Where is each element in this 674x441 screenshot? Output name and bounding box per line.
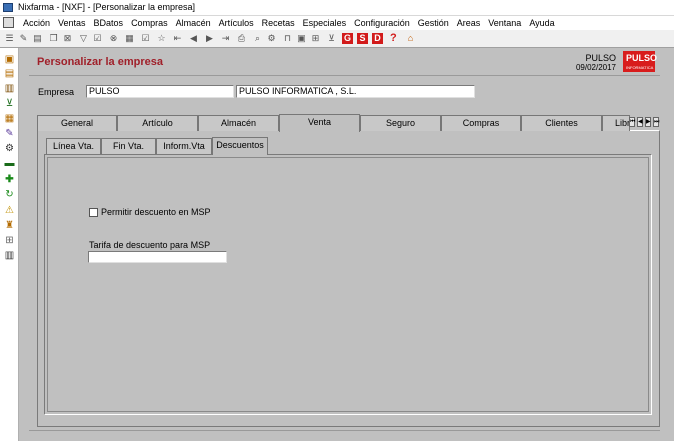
cart-icon[interactable]: ⊻ <box>326 33 337 44</box>
delete-icon[interactable]: ⊠ <box>62 33 73 44</box>
sub-tabs: Línea Vta. Fin Vta. Inform.Vta Descuento… <box>46 137 306 155</box>
pulso-logo: PULSO INFORMATICA <box>623 51 658 72</box>
header-panel: Personalizar la empresa PULSO 09/02/2017… <box>29 49 660 76</box>
help-button[interactable]: ? <box>390 32 397 44</box>
window-menu-icon[interactable] <box>3 17 14 28</box>
lock-icon[interactable]: ⊓ <box>282 33 293 44</box>
tab-libros[interactable]: Libr <box>602 115 630 131</box>
tab-compras[interactable]: Compras <box>441 115 521 131</box>
refresh-icon[interactable]: ↻ <box>4 189 15 200</box>
tab-next-icon[interactable]: ▶ <box>645 117 651 127</box>
menu-accion[interactable]: Acción <box>20 17 55 29</box>
image-icon[interactable]: ▣ <box>296 33 307 44</box>
shelf-icon[interactable]: ▥ <box>4 83 15 94</box>
tarifa-descuento-input[interactable] <box>88 251 227 263</box>
subtab-linea-vta[interactable]: Línea Vta. <box>46 138 101 154</box>
s-button[interactable]: S <box>357 33 368 44</box>
document-icon[interactable]: ▤ <box>32 33 43 44</box>
prev-record-icon[interactable]: ◀ <box>188 33 199 44</box>
menu-almacen[interactable]: Almacén <box>173 17 216 29</box>
empresa-code-field[interactable]: PULSO <box>86 85 234 98</box>
tab-prev-icon[interactable]: ◀ <box>637 117 643 127</box>
grid-icon[interactable]: ▦ <box>124 33 135 44</box>
menu-bdatos[interactable]: BDatos <box>91 17 129 29</box>
tab-first-icon[interactable]: ⏮ <box>629 117 635 127</box>
d-button[interactable]: D <box>372 33 383 44</box>
sub-tab-panel <box>44 154 652 415</box>
star-icon[interactable]: ☆ <box>156 33 167 44</box>
people-icon[interactable]: ♜ <box>4 220 15 231</box>
tab-articulo[interactable]: Artículo <box>117 115 198 131</box>
puzzle-icon[interactable]: ⊞ <box>4 235 15 246</box>
add-icon[interactable]: ✚ <box>4 174 15 185</box>
truck-icon[interactable]: ▦ <box>4 113 15 124</box>
search-icon[interactable]: ⌕ <box>252 33 263 44</box>
print-icon[interactable]: ⎙ <box>236 33 247 44</box>
tab-general[interactable]: General <box>37 115 117 131</box>
export-icon[interactable]: ⊞ <box>310 33 321 44</box>
g-button[interactable]: G <box>342 33 353 44</box>
menu-ventas[interactable]: Ventas <box>55 17 91 29</box>
menu-bar: Acción Ventas BDatos Compras Almacén Art… <box>0 16 674 30</box>
menu-configuracion[interactable]: Configuración <box>351 17 415 29</box>
title-bar: Nixfarma - [NXF] - [Personalizar la empr… <box>0 0 674 16</box>
barcode-icon[interactable]: ▥ <box>4 250 15 261</box>
cancel-icon[interactable]: ⊗ <box>108 33 119 44</box>
filter-icon[interactable]: ▽ <box>78 33 89 44</box>
menu-especiales[interactable]: Especiales <box>300 17 352 29</box>
logo-subtext: INFORMATICA <box>626 65 654 70</box>
cart-side-icon[interactable]: ⊻ <box>4 98 15 109</box>
subtab-descuentos[interactable]: Descuentos <box>212 137 268 155</box>
empresa-name-field[interactable]: PULSO INFORMATICA , S.L. <box>236 85 475 98</box>
warning-icon[interactable]: ⚠ <box>4 205 15 216</box>
menu-gestion[interactable]: Gestión <box>415 17 454 29</box>
logo-text: PULSO <box>626 53 658 63</box>
card-icon[interactable]: ▬ <box>4 158 15 169</box>
next-record-icon[interactable]: ▶ <box>204 33 215 44</box>
tab-clientes[interactable]: Clientes <box>521 115 602 131</box>
subtab-inform-vta[interactable]: Inform.Vta <box>156 138 212 154</box>
permitir-descuento-label: Permitir descuento en MSP <box>101 207 211 217</box>
tab-almacen[interactable]: Almacén <box>198 115 279 131</box>
menu-compras[interactable]: Compras <box>128 17 173 29</box>
menu-recetas[interactable]: Recetas <box>259 17 300 29</box>
pencil-icon[interactable]: ✎ <box>4 128 15 139</box>
header-user: PULSO <box>585 53 616 63</box>
bottom-strip <box>29 430 660 441</box>
settings-icon[interactable]: ⚙ <box>4 143 15 154</box>
tools-icon[interactable]: ⚙ <box>266 33 277 44</box>
check-icon[interactable]: ☑ <box>92 33 103 44</box>
register-icon[interactable]: ▤ <box>4 68 15 79</box>
edit-icon[interactable]: ✎ <box>18 33 29 44</box>
sub-tab-inner <box>47 157 649 412</box>
checklist-icon[interactable]: ☑ <box>140 33 151 44</box>
box-icon[interactable]: ▣ <box>4 54 15 65</box>
tab-last-icon[interactable]: ⏭ <box>653 117 659 127</box>
permitir-descuento-checkbox[interactable] <box>89 208 98 217</box>
list-icon[interactable]: ☰ <box>4 33 15 44</box>
menu-ayuda[interactable]: Ayuda <box>526 17 559 29</box>
app-icon <box>3 3 13 12</box>
tarifa-descuento-label: Tarifa de descuento para MSP <box>89 240 211 250</box>
menu-ventana[interactable]: Ventana <box>485 17 526 29</box>
page-title: Personalizar la empresa <box>37 56 163 68</box>
header-date: 09/02/2017 <box>575 63 616 72</box>
toolbar: ☰ ✎ ▤ ❐ ⊠ ▽ ☑ ⊗ ▦ ☑ ☆ ⇤ ◀ ▶ ⇥ ⎙ ⌕ ⚙ ⊓ ▣ … <box>0 30 674 48</box>
menu-articulos[interactable]: Artículos <box>216 17 259 29</box>
tab-venta[interactable]: Venta <box>279 114 360 132</box>
tab-seguro[interactable]: Seguro <box>360 115 441 131</box>
first-record-icon[interactable]: ⇤ <box>172 33 183 44</box>
empresa-label: Empresa <box>38 87 75 97</box>
menu-areas[interactable]: Areas <box>454 17 486 29</box>
subtab-fin-vta[interactable]: Fin Vta. <box>101 138 156 154</box>
window-title: Nixfarma - [NXF] - [Personalizar la empr… <box>18 2 196 12</box>
copy-icon[interactable]: ❐ <box>48 33 59 44</box>
home-icon[interactable]: ⌂ <box>405 33 416 44</box>
main-tabs: General Artículo Almacén Venta Seguro Co… <box>37 114 660 132</box>
left-toolbar: ▣ ▤ ▥ ⊻ ▦ ✎ ⚙ ▬ ✚ ↻ ⚠ ♜ ⊞ ▥ <box>0 48 19 441</box>
last-record-icon[interactable]: ⇥ <box>220 33 231 44</box>
